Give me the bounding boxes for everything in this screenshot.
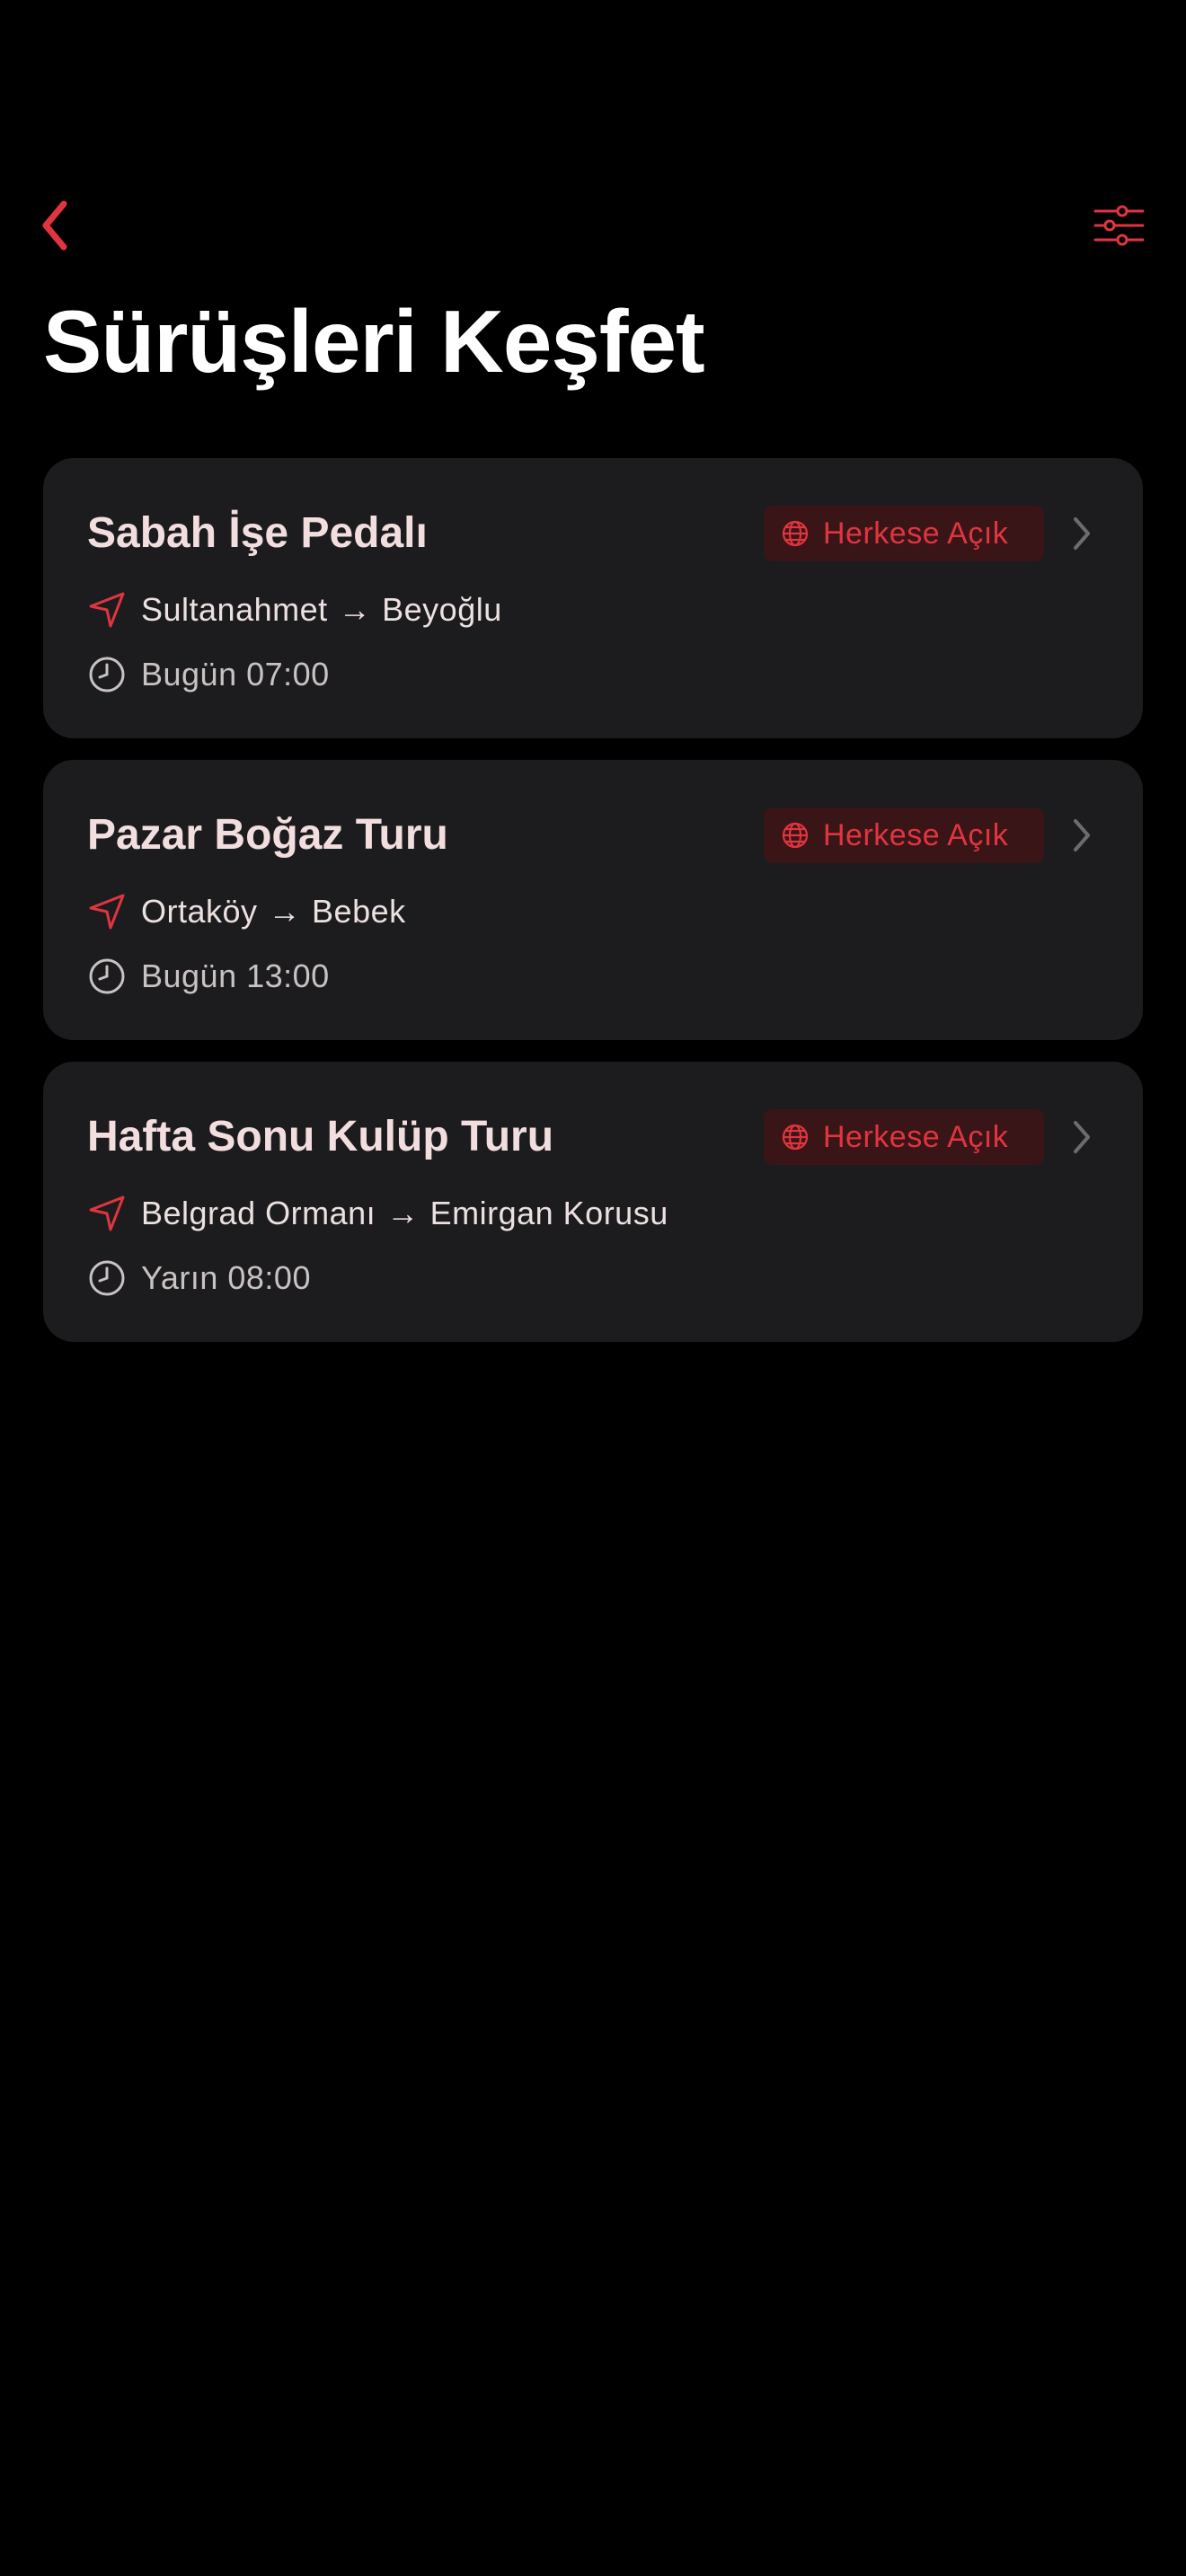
route-to: Emirgan Korusu [429,1195,668,1231]
globe-icon [780,518,810,549]
ride-time: Bugün 07:00 [141,656,330,693]
ride-list: Sabah İşe Pedalı Herkese Açık Sultanahme… [43,458,1143,1363]
navigation-bar [0,180,1186,269]
ride-title: Pazar Boğaz Turu [87,811,448,859]
location-arrow-icon [87,892,127,931]
ride-time: Yarın 08:00 [141,1259,311,1296]
filter-button[interactable] [1087,194,1150,257]
route-from: Ortaköy [141,893,258,930]
ride-card[interactable]: Hafta Sonu Kulüp Turu Herkese Açık Belgr… [43,1062,1143,1342]
badge-label: Herkese Açık [823,1119,1009,1154]
route-from: Sultanahmet [141,591,328,628]
time-row: Bugün 07:00 [87,652,330,697]
location-arrow-icon [87,1194,127,1233]
ride-title: Sabah İşe Pedalı [87,509,428,557]
time-row: Bugün 13:00 [87,954,330,999]
chevron-right-icon [1064,516,1100,551]
ride-title: Hafta Sonu Kulüp Turu [87,1113,554,1160]
visibility-badge: Herkese Açık [764,506,1044,561]
route-text: Belgrad Ormanı → Emirgan Korusu [141,1195,668,1232]
time-row: Yarın 08:00 [87,1256,311,1301]
ride-card[interactable]: Pazar Boğaz Turu Herkese Açık Ortaköy → Be… [43,760,1143,1040]
route-to: Beyoğlu [382,591,502,628]
location-arrow-icon [87,590,127,630]
clock-icon [87,957,127,996]
route-text: Sultanahmet → Beyoğlu [141,591,502,629]
route-arrow: → [338,591,372,628]
route-row: Sultanahmet → Beyoğlu [87,587,502,632]
back-button[interactable] [23,194,86,257]
page-title: Sürüşleri Keşfet [43,292,705,391]
clock-icon [87,655,127,694]
route-to: Bebek [312,893,406,930]
chevron-right-icon [1064,817,1100,853]
ride-time: Bugün 13:00 [141,957,330,994]
screen: Sürüşleri Keşfet Sabah İşe Pedalı Herkes… [0,0,1186,2576]
chevron-left-icon [42,200,67,251]
badge-label: Herkese Açık [823,817,1009,852]
visibility-badge: Herkese Açık [764,807,1044,863]
globe-icon [780,1122,810,1152]
chevron-right-icon [1064,1119,1100,1155]
globe-icon [780,820,810,851]
route-arrow: → [386,1195,420,1231]
sliders-icon [1093,205,1144,246]
route-row: Belgrad Ormanı → Emirgan Korusu [87,1191,668,1236]
route-text: Ortaköy → Bebek [141,893,406,931]
ride-card[interactable]: Sabah İşe Pedalı Herkese Açık Sultanahme… [43,458,1143,738]
visibility-badge: Herkese Açık [764,1109,1044,1165]
route-row: Ortaköy → Bebek [87,889,406,934]
route-from: Belgrad Ormanı [141,1195,376,1231]
clock-icon [87,1258,127,1298]
badge-label: Herkese Açık [823,516,1009,551]
route-arrow: → [268,893,302,930]
